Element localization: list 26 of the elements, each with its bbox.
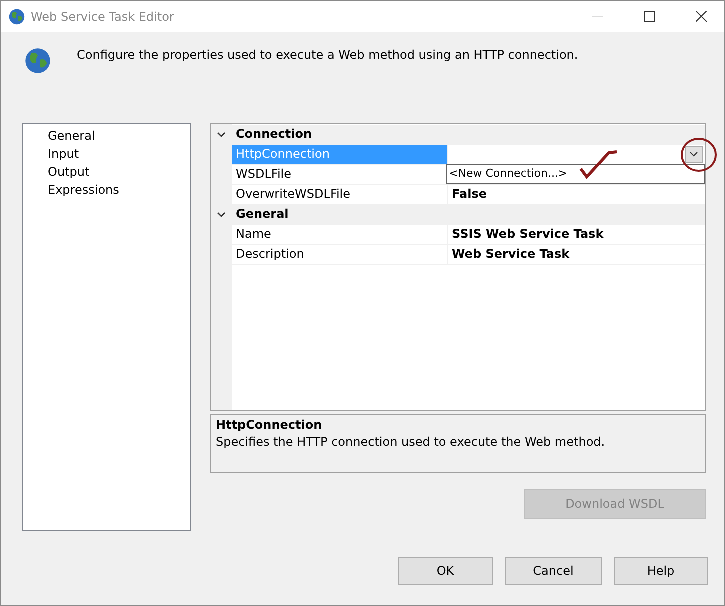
sidebar-item[interactable]: Input [48, 145, 190, 163]
chevron-down-icon[interactable] [217, 210, 226, 219]
description-text: Specifies the HTTP connection used to execute the Web method. [216, 435, 606, 449]
header-text: Configure the properties used to execute a Web method using an HTTP connection. [77, 48, 578, 62]
globe-icon [9, 8, 25, 24]
dropdown-item[interactable]: <New Connection...> [447, 165, 704, 182]
minimize-icon [592, 16, 602, 17]
sidebar-item[interactable]: General [48, 127, 190, 145]
cancel-button[interactable]: Cancel [505, 557, 602, 585]
help-button[interactable]: Help [614, 557, 708, 585]
dropdown-button[interactable] [685, 146, 703, 163]
description-title: HttpConnection [216, 418, 324, 432]
category-name: General [232, 205, 705, 224]
sidebar-item[interactable]: Expressions [48, 181, 190, 199]
property-value: SSIS Web Service Task [452, 226, 604, 243]
close-icon [696, 11, 706, 22]
category-name: Connection [232, 125, 705, 144]
property-value: False [452, 186, 487, 203]
ok-button[interactable]: OK [398, 557, 493, 585]
property-value: Web Service Task [452, 246, 570, 263]
sidebar-item[interactable]: Output [48, 163, 190, 181]
chevron-down-icon[interactable] [217, 130, 226, 139]
maximize-icon [644, 11, 654, 22]
chevron-down-icon [690, 152, 698, 157]
globe-icon [25, 48, 51, 74]
window-title: Web Service Task Editor [31, 10, 176, 24]
